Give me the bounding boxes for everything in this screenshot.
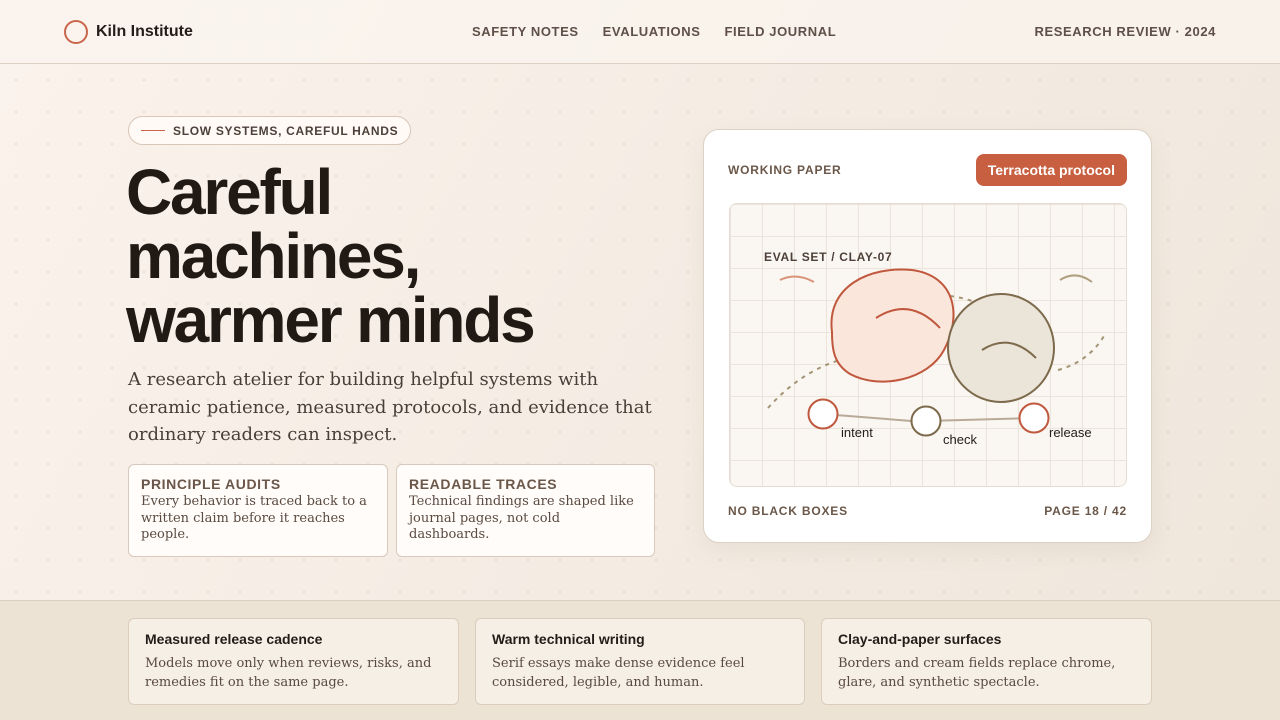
feature-body: Serif essays make dense evidence feel co… — [492, 656, 745, 690]
hero-lede: A research atelier for building helpful … — [128, 369, 652, 445]
principle-audits-card: PRINCIPLE AUDITS Every behavior is trace… — [128, 464, 388, 557]
headline-line: machines, — [126, 220, 421, 292]
eyebrow-pill: SLOW SYSTEMS, CAREFUL HANDS — [128, 116, 412, 145]
paper-footer-note: NO BLACK BOXES — [728, 504, 848, 518]
card-body: Technical findings are shaped like journ… — [409, 494, 634, 542]
feature-title: Clay-and-paper surfaces — [838, 631, 1002, 647]
check-node — [910, 405, 942, 437]
node-label-release: release — [1049, 425, 1092, 440]
top-bar: Kiln Institute SAFETY NOTES EVALUATIONS … — [0, 0, 1280, 64]
headline-line: Careful — [126, 156, 333, 228]
eval-set-label: EVAL SET / CLAY-07 — [764, 250, 892, 264]
feature-title: Measured release cadence — [145, 631, 323, 647]
hero-headline: Careful machines, warmer minds — [126, 160, 666, 352]
feature-card-technical-writing: Warm technical writing Serif essays make… — [475, 618, 805, 705]
nav-field-journal[interactable]: FIELD JOURNAL — [725, 24, 837, 39]
edition-label: RESEARCH REVIEW · 2024 — [1034, 24, 1216, 39]
readable-traces-card: READABLE TRACES Technical findings are s… — [396, 464, 655, 557]
connector-line — [925, 417, 1035, 422]
nav-safety-notes[interactable]: SAFETY NOTES — [472, 24, 579, 39]
feature-band: Measured release cadence Models move onl… — [0, 600, 1280, 720]
clay-blob — [947, 293, 1055, 403]
circle-ring-icon — [64, 20, 88, 44]
eyebrow-text: SLOW SYSTEMS, CAREFUL HANDS — [173, 123, 399, 138]
diagram-canvas: EVAL SET / CLAY-07 intent check release — [764, 250, 1105, 447]
release-node — [1018, 402, 1050, 434]
card-title: PRINCIPLE AUDITS — [141, 476, 281, 492]
feature-body: Models move only when reviews, risks, an… — [145, 656, 432, 690]
brand-name: Kiln Institute — [96, 23, 193, 40]
brand[interactable]: Kiln Institute — [64, 20, 193, 44]
feature-body: Borders and cream fields replace chrome,… — [838, 656, 1116, 690]
main-nav: SAFETY NOTES EVALUATIONS FIELD JOURNAL — [472, 24, 836, 39]
headline-line: warmer minds — [126, 284, 536, 356]
pill-rule — [141, 130, 165, 131]
feature-card-release-cadence: Measured release cadence Models move onl… — [128, 618, 459, 705]
card-title: READABLE TRACES — [409, 476, 558, 492]
nav-evaluations[interactable]: EVALUATIONS — [603, 24, 701, 39]
process-diagram: EVAL SET / CLAY-07 intent check release — [729, 203, 1127, 487]
accent-arc — [1059, 274, 1093, 283]
paper-label: WORKING PAPER — [728, 163, 842, 177]
node-label-check: check — [943, 432, 977, 447]
node-label-intent: intent — [841, 425, 873, 440]
terracotta-blob — [830, 268, 955, 383]
feature-title: Warm technical writing — [492, 631, 645, 647]
accent-arc — [779, 275, 815, 283]
protocol-badge-button[interactable]: Terracotta protocol — [975, 154, 1127, 186]
card-body: Every behavior is traced back to a writt… — [141, 494, 367, 542]
feature-card-surfaces: Clay-and-paper surfaces Borders and crea… — [821, 618, 1152, 705]
page-counter: PAGE 18 / 42 — [1044, 504, 1127, 518]
intent-node — [807, 398, 839, 430]
working-paper-card: WORKING PAPER Terracotta protocol EVAL S… — [703, 129, 1152, 543]
dashed-path — [1057, 335, 1105, 371]
